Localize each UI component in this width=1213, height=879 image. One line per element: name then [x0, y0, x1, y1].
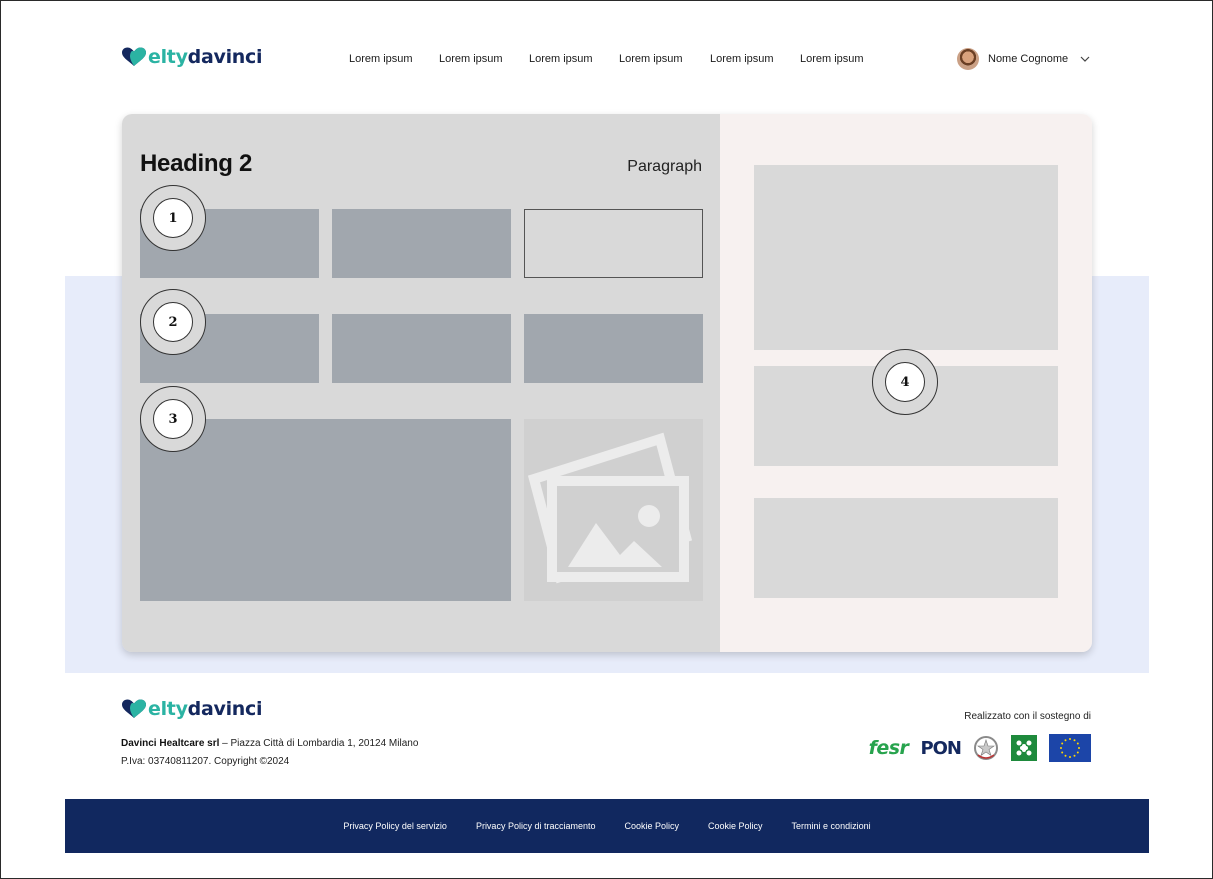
heading-2: Heading 2	[140, 150, 252, 177]
marker-1-label: 1	[153, 198, 193, 238]
nav-item-3[interactable]: Lorem ipsum	[529, 53, 593, 65]
logo-text-davinci: davinci	[187, 698, 263, 720]
link-cookie-policy-1[interactable]: Cookie Policy	[624, 821, 679, 831]
row1-block-3[interactable]	[524, 209, 703, 278]
fesr-logo: fesr	[868, 737, 909, 759]
nav-item-2[interactable]: Lorem ipsum	[439, 53, 503, 65]
row2-block-2[interactable]	[332, 314, 511, 383]
avatar	[957, 48, 979, 70]
large-content-block[interactable]	[140, 419, 511, 601]
nav-item-1[interactable]: Lorem ipsum	[349, 53, 413, 65]
heart-icon	[122, 47, 146, 66]
partner-logos: fesr PON	[869, 734, 1091, 762]
image-placeholder-icon	[527, 432, 693, 584]
nav-item-4[interactable]: Lorem ipsum	[619, 53, 683, 65]
eu-stars-icon	[1060, 738, 1080, 758]
main-nav: Lorem ipsum Lorem ipsum Lorem ipsum Lore…	[349, 53, 889, 67]
card-right-panel: 4	[720, 114, 1092, 652]
marker-3: 3	[140, 386, 206, 452]
side-block-3[interactable]	[754, 498, 1058, 598]
row2-block-3[interactable]	[524, 314, 703, 383]
pon-logo: PON	[920, 737, 962, 759]
footer-logo[interactable]: elty davinci	[121, 698, 263, 720]
card-left-panel: Heading 2 Paragraph 1 2 3	[122, 114, 720, 652]
link-privacy-servizio[interactable]: Privacy Policy del servizio	[343, 821, 447, 831]
user-name: Nome Cognome	[988, 53, 1069, 65]
logo-text-elty: elty	[148, 698, 188, 720]
marker-4-label: 4	[885, 362, 925, 402]
footer-links-bar: Privacy Policy del servizio Privacy Poli…	[65, 799, 1149, 853]
italian-emblem-icon	[974, 736, 998, 760]
logo-text-elty: elty	[148, 46, 188, 68]
link-termini-condizioni[interactable]: Termini e condizioni	[792, 821, 871, 831]
marker-2-label: 2	[153, 302, 193, 342]
nav-item-6[interactable]: Lorem ipsum	[800, 53, 864, 65]
marker-1: 1	[140, 185, 206, 251]
content-card: Heading 2 Paragraph 1 2 3 4	[122, 114, 1092, 652]
marker-4: 4	[872, 349, 938, 415]
chevron-down-icon	[1080, 56, 1090, 62]
company-name: Davinci Healtcare srl	[121, 738, 220, 749]
heart-icon	[122, 699, 146, 718]
lombardia-logo	[1011, 735, 1037, 761]
brand-logo[interactable]: elty davinci	[121, 46, 263, 68]
marker-3-label: 3	[153, 399, 193, 439]
address-text: – Piazza Città di Lombardia 1, 20124 Mil…	[219, 738, 419, 749]
marker-2: 2	[140, 289, 206, 355]
row1-block-2[interactable]	[332, 209, 511, 278]
nav-item-5[interactable]: Lorem ipsum	[710, 53, 774, 65]
eu-flag	[1049, 734, 1091, 762]
link-privacy-tracciamento[interactable]: Privacy Policy di tracciamento	[476, 821, 596, 831]
paragraph: Paragraph	[627, 158, 702, 175]
company-address: Davinci Healtcare srl – Piazza Città di …	[121, 738, 418, 749]
logo-text-davinci: davinci	[187, 46, 263, 68]
image-placeholder	[524, 419, 703, 601]
rosa-camuna-icon	[1016, 740, 1032, 756]
vat-copyright: P.Iva: 03740811207. Copyright ©2024	[121, 756, 290, 767]
support-label: Realizzato con il sostegno di	[964, 711, 1091, 722]
user-menu[interactable]: Nome Cognome	[957, 48, 1090, 70]
link-cookie-policy-2[interactable]: Cookie Policy	[708, 821, 763, 831]
side-block-1[interactable]	[754, 165, 1058, 350]
